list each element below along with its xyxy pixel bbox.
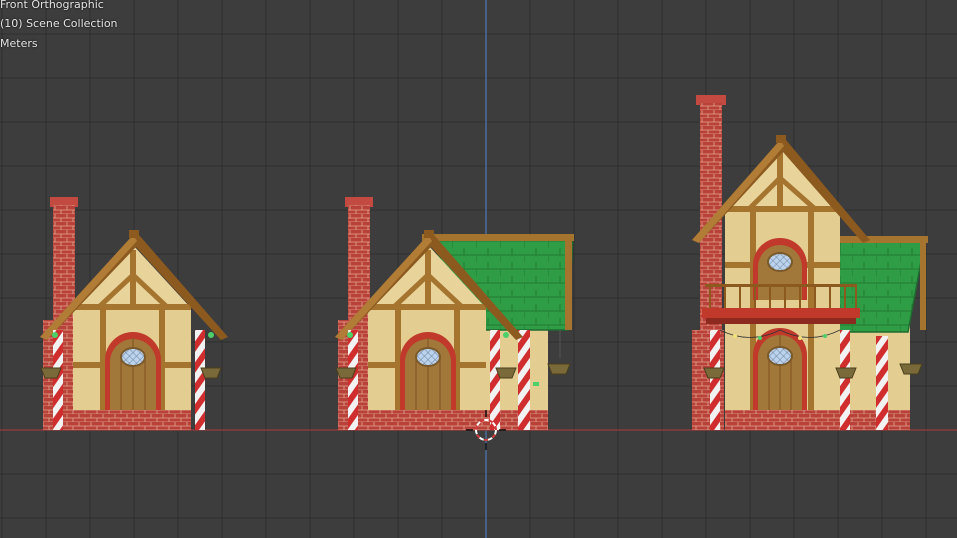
viewport-canvas[interactable] [0,0,957,538]
collection-label: (10) Scene Collection [0,17,118,30]
units-label: Meters [0,37,38,50]
3d-viewport[interactable]: Front Orthographic (10) Scene Collection… [0,0,957,538]
view-name-label: Front Orthographic [0,0,104,11]
